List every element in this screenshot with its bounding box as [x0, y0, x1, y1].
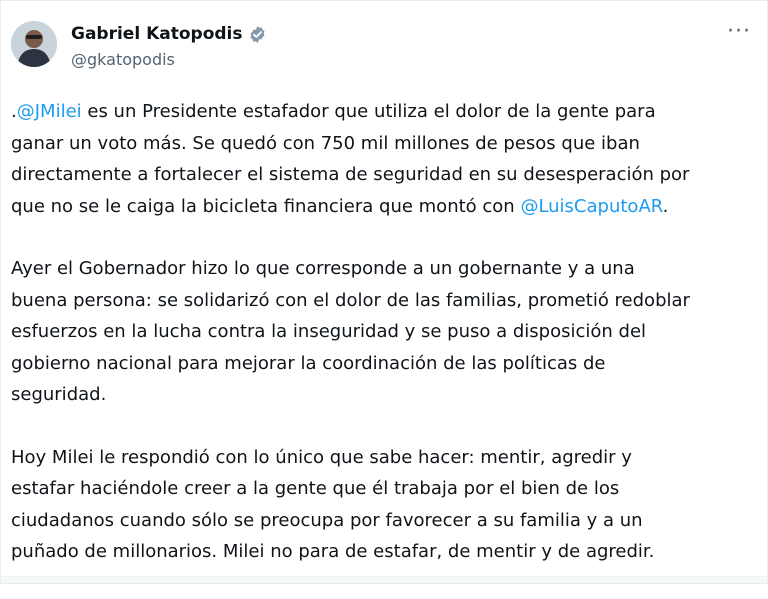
avatar[interactable]: [11, 21, 57, 67]
tweet-paragraph: Hoy Milei le respondió con lo único que …: [11, 442, 751, 568]
tweet-line: Ayer el Gobernador hizo lo que correspon…: [11, 253, 751, 285]
tweet-paragraph: Ayer el Gobernador hizo lo que correspon…: [11, 253, 751, 411]
tweet-text-segment: Ayer el Gobernador hizo lo que correspon…: [11, 258, 635, 279]
tweet-text-segment: Hoy Milei le respondió con lo único que …: [11, 446, 632, 468]
author-handle[interactable]: @gkatopodis: [71, 50, 175, 69]
tweet-text-segment: esfuerzos en la lucha contra la inseguri…: [11, 321, 647, 342]
mention-link[interactable]: @JMilei: [17, 101, 82, 122]
tweet-line: puñado de millonarios. Milei no para de …: [11, 536, 751, 568]
tweet-line: que no se le caiga la bicicleta financie…: [11, 191, 751, 223]
tweet-line: ganar un voto más. Se quedó con 750 mil …: [11, 128, 751, 160]
tweet-text-segment: es un Presidente estafador que utiliza e…: [81, 101, 656, 122]
tweet-line: estafar haciéndole creer a la gente que …: [11, 473, 751, 505]
tweet-header: Gabriel Katopodis @gkatopodis ···: [11, 19, 759, 79]
tweet-paragraph: . @JMilei es un Presidente estafador que …: [11, 96, 751, 222]
tweet-text-segment: seguridad.: [11, 384, 107, 405]
tweet-text-segment: gobierno nacional para mejorar la coordi…: [11, 352, 606, 374]
tweet-text: . @JMilei es un Presidente estafador que …: [11, 96, 751, 599]
author-name-row: Gabriel Katopodis: [71, 24, 267, 44]
mention-link[interactable]: @LuisCaputoAR: [520, 196, 662, 217]
verified-badge-icon: [248, 25, 267, 44]
tweet-card: Gabriel Katopodis @gkatopodis ··· . @JMil…: [0, 0, 768, 584]
tweet-line: directamente a fortalecer el sistema de …: [11, 159, 751, 191]
more-options-icon[interactable]: ···: [727, 21, 751, 43]
tweet-text-segment: directamente a fortalecer el sistema de …: [11, 164, 690, 185]
tweet-text-segment: puñado de millonarios. Milei no para de …: [11, 541, 655, 562]
tweet-line: ciudadanos cuando sólo se preocupa por f…: [11, 505, 751, 537]
tweet-line: .@JMilei es un Presidente estafador que …: [11, 96, 751, 128]
tweet-line: esfuerzos en la lucha contra la inseguri…: [11, 316, 751, 348]
tweet-line: gobierno nacional para mejorar la coordi…: [11, 348, 751, 380]
tweet-text-segment: estafar haciéndole creer a la gente que …: [11, 478, 620, 499]
card-bottom-edge: [1, 576, 767, 583]
author-name[interactable]: Gabriel Katopodis: [71, 24, 243, 44]
tweet-line: buena persona: se solidarizó con el dolo…: [11, 285, 751, 317]
tweet-line: seguridad.: [11, 379, 751, 411]
tweet-text-segment: ciudadanos cuando sólo se preocupa por f…: [11, 509, 643, 531]
tweet-text-segment: ganar un voto más. Se quedó con 750 mil …: [11, 132, 640, 154]
tweet-text-segment: buena persona: se solidarizó con el dolo…: [11, 289, 690, 311]
tweet-text-segment: que no se le caiga la bicicleta financie…: [11, 195, 521, 217]
tweet-text-segment: .: [662, 195, 669, 217]
avatar-image: [11, 21, 57, 67]
tweet-line: Hoy Milei le respondió con lo único que …: [11, 442, 751, 474]
